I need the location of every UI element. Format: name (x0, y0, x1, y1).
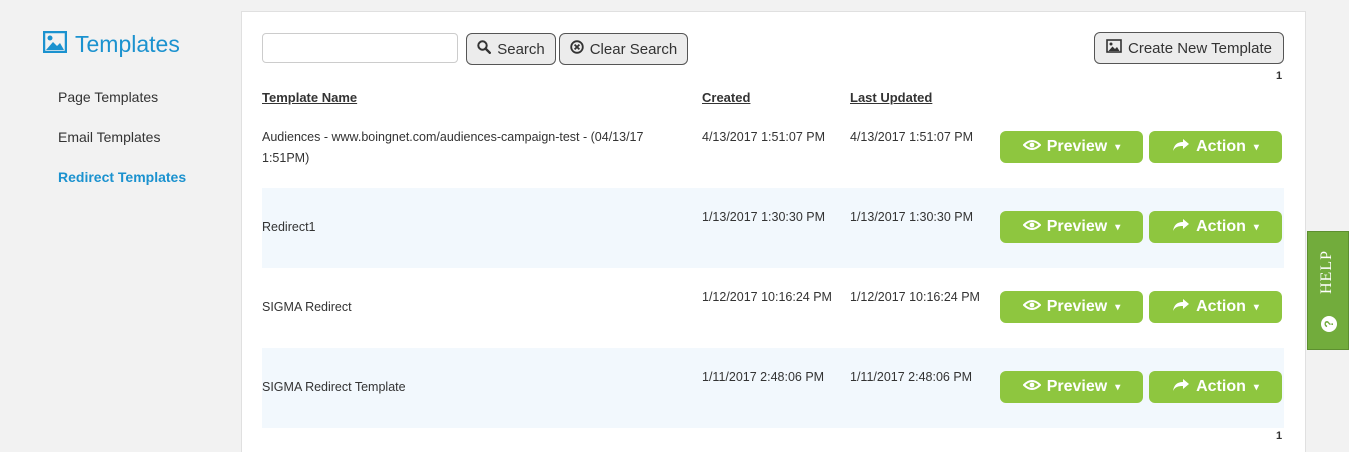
share-arrow-icon (1172, 298, 1190, 317)
preview-label: Preview (1046, 298, 1108, 315)
eye-icon (1022, 298, 1042, 316)
preview-label: Preview (1046, 378, 1108, 395)
clear-search-label: Clear Search (589, 40, 678, 58)
template-name: Audiences - www.boingnet.com/audiences-c… (262, 130, 644, 165)
image-icon (1106, 39, 1122, 57)
share-arrow-icon (1172, 378, 1190, 397)
preview-button[interactable]: Preview ▾ (1000, 211, 1143, 243)
search-input[interactable] (262, 33, 458, 63)
caret-down-icon: ▾ (1253, 221, 1259, 233)
caret-down-icon: ▾ (1253, 301, 1259, 313)
column-header-created[interactable]: Created (702, 90, 750, 105)
search-icon (477, 40, 492, 58)
action-label: Action (1196, 218, 1246, 235)
sidebar-nav: Page Templates Email Templates Redirect … (58, 86, 186, 206)
action-button[interactable]: Action ▾ (1149, 131, 1282, 163)
caret-down-icon: ▾ (1115, 141, 1121, 153)
action-label: Action (1196, 298, 1246, 315)
table-row: Audiences - www.boingnet.com/audiences-c… (262, 108, 1284, 188)
column-header-last-updated[interactable]: Last Updated (850, 90, 932, 105)
clear-search-button[interactable]: Clear Search (559, 33, 688, 65)
eye-icon (1022, 378, 1042, 396)
main-panel: Search Clear Search Create New Template … (241, 11, 1306, 452)
eye-icon (1022, 138, 1042, 156)
last-updated-date: 1/11/2017 2:48:06 PM (850, 370, 973, 384)
action-button[interactable]: Action ▾ (1149, 291, 1282, 323)
sidebar-item-redirect-templates[interactable]: Redirect Templates (58, 166, 186, 206)
action-button[interactable]: Action ▾ (1149, 211, 1282, 243)
sidebar-item-page-templates[interactable]: Page Templates (58, 86, 186, 126)
last-updated-date: 1/13/2017 1:30:30 PM (850, 210, 974, 224)
search-button[interactable]: Search (466, 33, 556, 65)
caret-down-icon: ▾ (1115, 381, 1121, 393)
help-tab[interactable]: HELP ? (1307, 231, 1349, 350)
sidebar: Templates Page Templates Email Templates… (0, 0, 241, 437)
created-date: 4/13/2017 1:51:07 PM (702, 130, 826, 144)
preview-button[interactable]: Preview ▾ (1000, 371, 1143, 403)
created-date: 1/12/2017 10:16:24 PM (702, 290, 832, 304)
eye-icon (1022, 218, 1042, 236)
last-updated-date: 4/13/2017 1:51:07 PM (850, 130, 974, 144)
action-label: Action (1196, 378, 1246, 395)
preview-label: Preview (1046, 138, 1108, 155)
preview-button[interactable]: Preview ▾ (1000, 291, 1143, 323)
search-button-label: Search (497, 40, 545, 58)
image-icon (42, 30, 68, 58)
caret-down-icon: ▾ (1115, 221, 1121, 233)
share-arrow-icon (1172, 138, 1190, 157)
help-question-icon: ? (1321, 316, 1337, 332)
preview-button[interactable]: Preview ▾ (1000, 131, 1143, 163)
create-new-template-label: Create New Template (1128, 39, 1272, 57)
caret-down-icon: ▾ (1253, 141, 1259, 153)
create-new-template-button[interactable]: Create New Template (1094, 32, 1284, 64)
last-updated-date: 1/12/2017 10:16:24 PM (850, 290, 980, 304)
created-date: 1/11/2017 2:48:06 PM (702, 370, 825, 384)
help-label: HELP (1318, 250, 1335, 294)
action-button[interactable]: Action ▾ (1149, 371, 1282, 403)
action-label: Action (1196, 138, 1246, 155)
share-arrow-icon (1172, 218, 1190, 237)
caret-down-icon: ▾ (1115, 301, 1121, 313)
template-name: SIGMA Redirect Template (262, 380, 406, 394)
table-row: SIGMA Redirect Template 1/11/2017 2:48:0… (262, 348, 1284, 428)
template-name: Redirect1 (262, 220, 316, 234)
column-header-template-name[interactable]: Template Name (262, 90, 357, 105)
preview-label: Preview (1046, 218, 1108, 235)
table-row: SIGMA Redirect 1/12/2017 10:16:24 PM 1/1… (262, 268, 1284, 348)
created-date: 1/13/2017 1:30:30 PM (702, 210, 826, 224)
sidebar-item-email-templates[interactable]: Email Templates (58, 126, 186, 166)
table-row: Redirect1 1/13/2017 1:30:30 PM 1/13/2017… (262, 188, 1284, 268)
template-name: SIGMA Redirect (262, 300, 352, 314)
pagination-page-bottom[interactable]: 1 (1276, 430, 1282, 442)
sidebar-title-text: Templates (75, 31, 180, 57)
clear-circle-icon (570, 40, 584, 58)
sidebar-title: Templates (42, 30, 180, 58)
pagination-page-top[interactable]: 1 (1276, 70, 1282, 82)
caret-down-icon: ▾ (1253, 381, 1259, 393)
